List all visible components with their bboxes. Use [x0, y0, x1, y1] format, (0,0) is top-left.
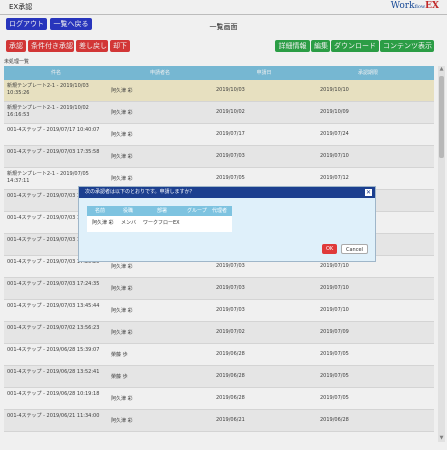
confirm-dialog: 次の承認者は以下のとおりです。申請しますか？ ✕ 名前 役職 部署 グループ 代… [78, 186, 376, 262]
header-proxy: 代理者 [212, 208, 228, 214]
close-icon[interactable]: ✕ [365, 189, 372, 196]
approver-dept: ワークフローEX [143, 220, 180, 226]
approver-row: 阿久津 彩 メンバ ワークフローEX [87, 216, 232, 230]
approver-name: 阿久津 彩 [92, 220, 114, 226]
dialog-header: 次の承認者は以下のとおりです。申請しますか？ ✕ [79, 187, 375, 198]
cancel-button[interactable]: Cancel [341, 244, 368, 254]
header-role: 役職 [123, 208, 134, 214]
approver-role: メンバ [121, 220, 137, 226]
dialog-message: 次の承認者は以下のとおりです。申請しますか？ [85, 189, 195, 195]
header-dept: 部署 [157, 208, 168, 214]
header-name: 名前 [95, 208, 106, 214]
header-group: グループ [187, 208, 207, 214]
approver-table-header: 名前 役職 部署 グループ 代理者 [87, 206, 232, 216]
approver-table: 名前 役職 部署 グループ 代理者 阿久津 彩 メンバ ワークフローEX [87, 206, 232, 232]
ok-button[interactable]: OK [322, 244, 338, 254]
